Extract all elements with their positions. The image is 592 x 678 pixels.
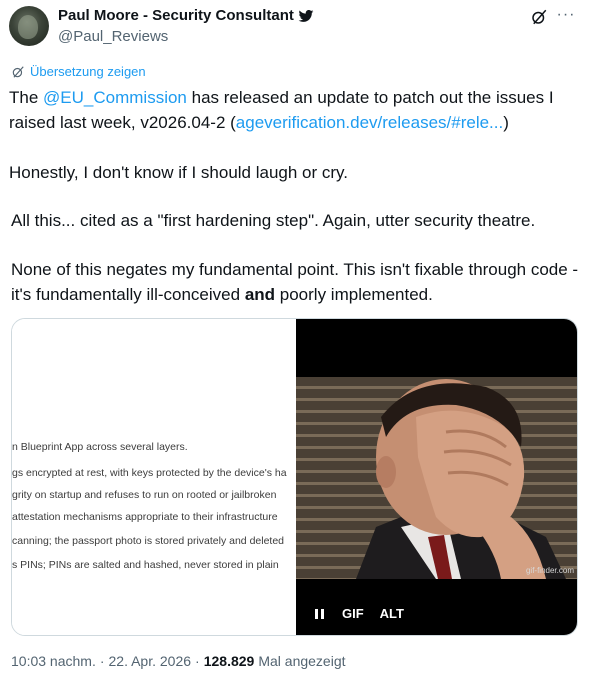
tweet-paragraph-1: The @EU_Commission has released an updat… (9, 85, 579, 135)
tweet-text: The @EU_Commission has released an updat… (9, 85, 579, 185)
tweet-time[interactable]: 10:03 nachm. (11, 653, 96, 669)
tweet-paragraph-4: None of this negates my fundamental poin… (11, 257, 581, 307)
grok-icon[interactable] (530, 8, 548, 26)
tweet-text-segment: ) (503, 113, 509, 132)
facepalm-illustration (356, 379, 566, 579)
author-name-row[interactable]: Paul Moore - Security Consultant (58, 7, 314, 24)
gif-player[interactable]: gif-finder.com GIF ALT (296, 319, 577, 635)
doc-line: canning; the passport photo is stored pr… (12, 535, 285, 547)
gif-watermark: gif-finder.com (525, 566, 574, 575)
document-screenshot-image[interactable]: n Blueprint App across several layers. g… (12, 319, 296, 635)
doc-line: grity on startup and refuses to run on r… (12, 489, 277, 501)
gif-controls: GIF ALT (314, 606, 404, 621)
tweet-text-segment: poorly implemented. (275, 285, 433, 304)
gif-badge: GIF (342, 606, 364, 621)
pause-icon[interactable] (314, 608, 326, 620)
display-name[interactable]: Paul Moore - Security Consultant (58, 7, 294, 24)
author-handle[interactable]: @Paul_Reviews (58, 28, 168, 45)
tweet-paragraph-2: Honestly, I don't know if I should laugh… (9, 163, 349, 182)
separator: · (99, 653, 105, 669)
tweet-text-segment: The (9, 88, 44, 107)
view-count-label: Mal angezeigt (258, 653, 346, 669)
twitter-bird-icon (298, 9, 314, 22)
view-count: 128.829 (203, 653, 255, 669)
doc-line: attestation mechanisms appropriate to th… (12, 511, 278, 523)
doc-line: gs encrypted at rest, with keys protecte… (12, 467, 287, 479)
tweet-paragraph-3: All this... cited as a "first hardening … (11, 211, 536, 230)
show-translation-link[interactable]: Übersetzung zeigen (11, 64, 146, 79)
tweet-text-continued: All this... cited as a "first hardening … (11, 208, 581, 307)
more-options-icon[interactable]: ··· (556, 6, 576, 26)
doc-line: n Blueprint App across several layers. (12, 441, 188, 453)
tweet: Paul Moore - Security Consultant @Paul_R… (0, 0, 592, 678)
release-url-link[interactable]: ageverification.dev/releases/#rele... (236, 113, 503, 132)
alt-text-button[interactable]: ALT (380, 606, 404, 621)
media-container: n Blueprint App across several layers. g… (11, 318, 578, 636)
show-translation-label: Übersetzung zeigen (30, 64, 146, 79)
facepalm-gif[interactable]: gif-finder.com (296, 377, 577, 579)
tweet-bold-word: and (244, 285, 276, 304)
avatar[interactable] (9, 6, 49, 46)
doc-line: s PINs; PINs are salted and hashed, neve… (12, 559, 279, 571)
tweet-date[interactable]: 22. Apr. 2026 (109, 653, 192, 669)
mention-link[interactable]: @EU_Commission (43, 88, 187, 107)
separator: · (195, 653, 200, 669)
tweet-metadata: 10:03 nachm. · 22. Apr. 2026 · 128.829 M… (11, 653, 346, 669)
grok-translate-icon (12, 65, 24, 78)
